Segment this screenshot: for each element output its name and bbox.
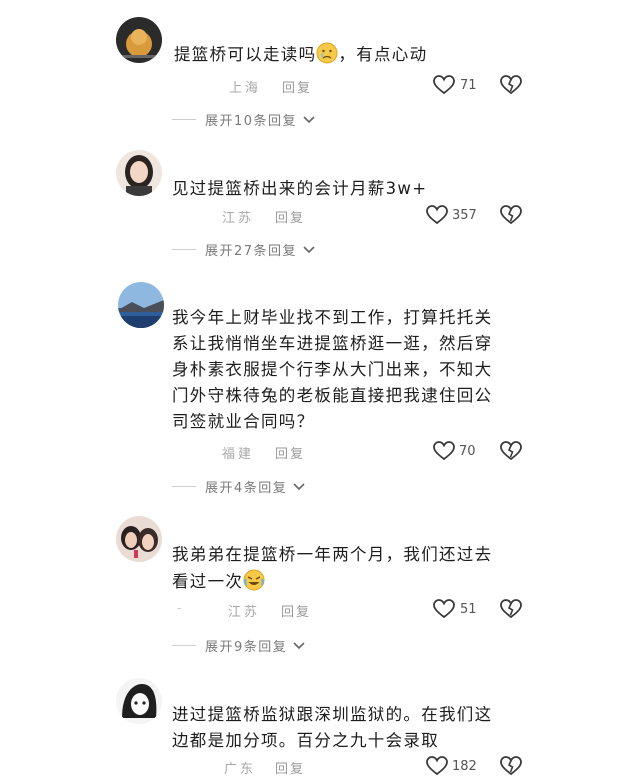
comment-text-suffix: ，有点心动: [338, 45, 428, 64]
divider: [172, 645, 196, 646]
comment-text: 见过提篮桥出来的会计月薪3w+: [172, 179, 428, 198]
chevron-down-icon: [293, 483, 305, 491]
avatar[interactable]: [116, 516, 162, 562]
like-count: 357: [452, 208, 477, 223]
expand-replies-label: 展开4条回复: [205, 481, 288, 496]
expand-replies-label: 展开27条回复: [205, 244, 298, 259]
like-count: 182: [452, 759, 477, 774]
ip-location: 福建: [222, 447, 255, 462]
expand-replies-button[interactable]: 展开4条回复: [172, 477, 372, 497]
comment-text-line: 门外守株待兔的老板能直接把我逮住回公: [172, 386, 493, 405]
avatar[interactable]: [118, 282, 164, 328]
divider: [172, 486, 196, 487]
heart-icon[interactable]: [433, 441, 455, 461]
comment-text-main: 提篮桥可以走读吗: [174, 45, 317, 64]
dislike-icon[interactable]: [500, 756, 522, 776]
comment-meta: 福建 回复 70: [0, 441, 629, 465]
comment-meta: 广东 回复 182: [0, 756, 629, 780]
chevron-down-icon: [303, 116, 315, 124]
heart-icon[interactable]: [433, 75, 455, 95]
chevron-down-icon: [303, 246, 315, 254]
reply-button[interactable]: 回复: [275, 207, 305, 226]
reply-button[interactable]: 回复: [275, 443, 305, 462]
avatar[interactable]: [116, 150, 162, 196]
like-count: 71: [460, 78, 477, 93]
comment-text-line: 司签就业合同吗？: [172, 412, 315, 431]
like-count: 51: [460, 602, 477, 617]
comment-meta: 上海 回复 71: [0, 75, 629, 99]
like-count: 70: [459, 444, 476, 459]
comment-text: 提篮桥可以走读吗 ，有点心动: [174, 42, 534, 67]
comment-text-line: 看过一次: [172, 572, 244, 591]
comment-text-line: 边都是加分项。百分之九十会录取: [172, 731, 439, 750]
comment-text: 进过提篮桥监狱跟深圳监狱的。在我们这 边都是加分项。百分之九十会录取: [172, 702, 532, 754]
ip-location: 江苏: [228, 605, 261, 620]
expand-replies-button[interactable]: 展开10条回复: [172, 110, 372, 130]
ip-location: 江苏: [222, 211, 255, 226]
divider: [172, 249, 196, 250]
avatar[interactable]: [116, 678, 162, 724]
comment-meta: 江苏 回复 357: [0, 205, 629, 229]
dislike-icon[interactable]: [500, 205, 522, 225]
chevron-down-icon: [293, 642, 305, 650]
expand-replies-label: 展开9条回复: [205, 640, 288, 655]
ip-location: 上海: [229, 81, 262, 96]
comment-text-line: 身朴素衣服提个行李从大门出来，不知大: [172, 360, 493, 379]
comment-text-line: 我今年上财毕业找不到工作，打算托托关: [172, 308, 493, 327]
expand-replies-button[interactable]: 展开9条回复: [172, 636, 372, 656]
rofl-face-icon: [243, 569, 265, 591]
dislike-icon[interactable]: [500, 599, 522, 619]
comment-text: 我今年上财毕业找不到工作，打算托托关 系让我悄悄坐车进提篮桥逛一逛，然后穿 身朴…: [172, 305, 532, 435]
dislike-icon[interactable]: [500, 75, 522, 95]
avatar[interactable]: [116, 17, 162, 63]
dash-mark: -: [177, 601, 182, 615]
comment-text-line: 系让我悄悄坐车进提篮桥逛一逛，然后穿: [172, 334, 493, 353]
dislike-icon[interactable]: [500, 441, 522, 461]
divider: [172, 119, 196, 120]
comment-meta: - 江苏 回复 51: [0, 599, 629, 623]
comment-text-line: 我弟弟在提篮桥一年两个月，我们还过去: [172, 545, 493, 564]
comment-text-line: 进过提篮桥监狱跟深圳监狱的。在我们这: [172, 705, 493, 724]
heart-icon[interactable]: [426, 205, 448, 225]
comment-text: 我弟弟在提篮桥一年两个月，我们还过去 看过一次: [172, 541, 532, 595]
crying-face-icon: [316, 42, 338, 64]
ip-location: 广东: [224, 762, 257, 777]
comment-text-line-2: 看过一次: [172, 568, 532, 595]
heart-icon[interactable]: [433, 599, 455, 619]
reply-button[interactable]: 回复: [281, 601, 311, 620]
reply-button[interactable]: 回复: [282, 77, 312, 96]
expand-replies-label: 展开10条回复: [205, 114, 298, 129]
heart-icon[interactable]: [426, 756, 448, 776]
reply-button[interactable]: 回复: [275, 758, 305, 777]
expand-replies-button[interactable]: 展开27条回复: [172, 240, 372, 260]
